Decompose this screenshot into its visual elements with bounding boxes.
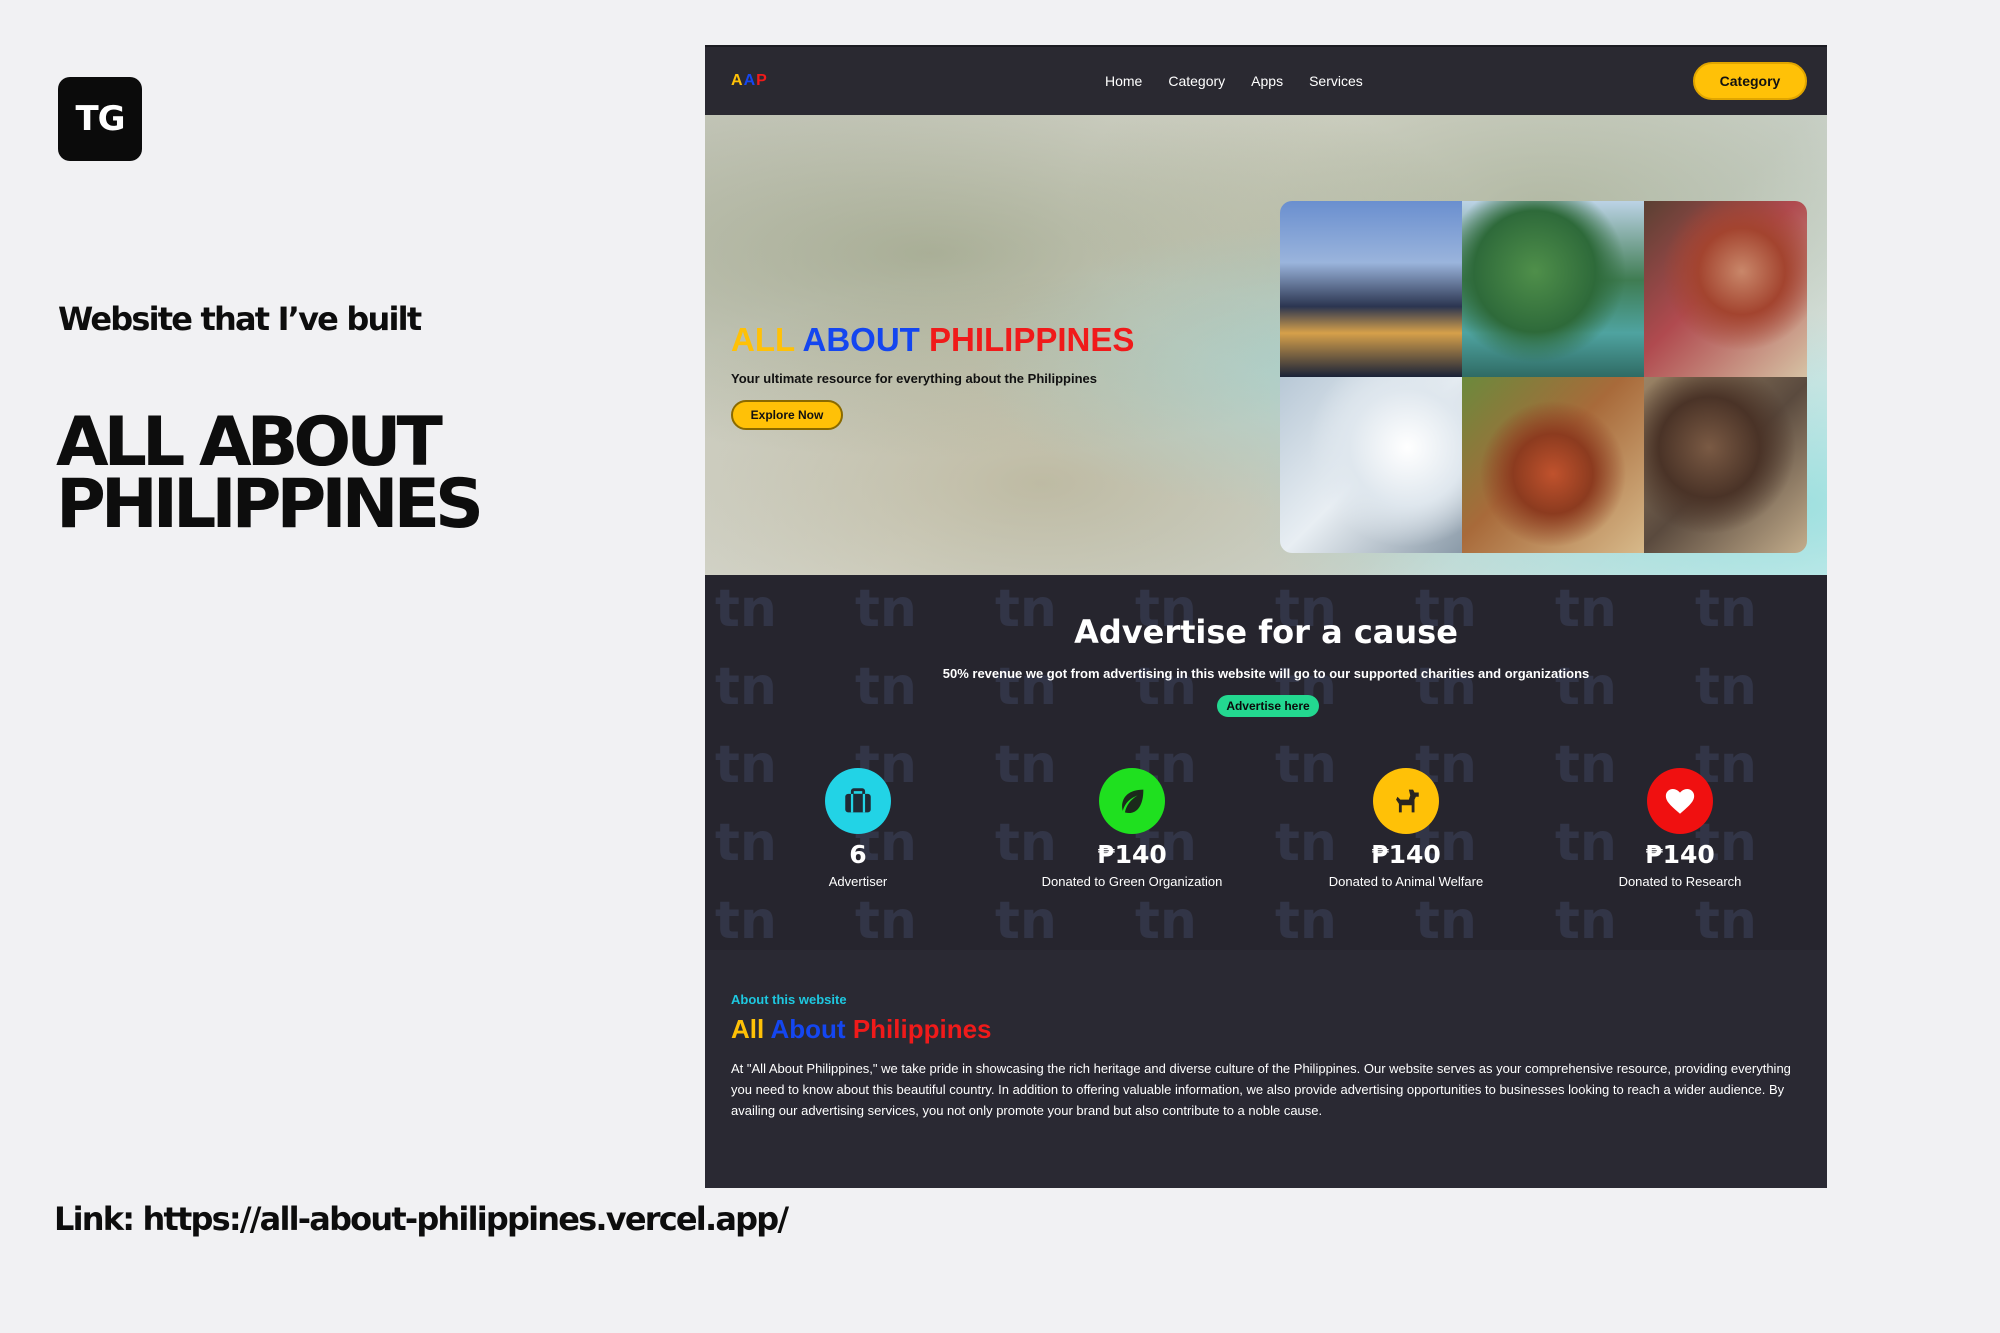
stat-value: ₱140 [1645, 840, 1715, 869]
nav-link-category[interactable]: Category [1168, 73, 1225, 89]
dog-icon [1373, 768, 1439, 834]
historical-figures-image [1644, 377, 1807, 553]
stat-label: Donated to Green Organization [1041, 874, 1223, 889]
laboratory-research-image [1280, 377, 1462, 553]
category-button[interactable]: Category [1693, 62, 1807, 100]
heart-icon [1647, 768, 1713, 834]
brand-logo[interactable]: AAP [731, 72, 768, 90]
about-title-word-3: Philippines [852, 1014, 992, 1044]
stat-animal-welfare: ₱140 Donated to Animal Welfare [1286, 768, 1526, 889]
nav-links: Home Category Apps Services [1105, 73, 1363, 89]
hero-title: ALL ABOUT PHILIPPINES [731, 321, 1134, 359]
stat-value: 6 [849, 840, 867, 869]
cause-subtitle: 50% revenue we got from advertising in t… [942, 666, 1590, 681]
nav-link-services[interactable]: Services [1309, 73, 1363, 89]
about-section: About this website All About Philippines… [705, 950, 1827, 1188]
brand-letter-2: A [743, 72, 757, 89]
about-title: All About Philippines [731, 1014, 992, 1045]
cause-title: Advertise for a cause [1074, 613, 1458, 651]
about-title-word-2: About [770, 1014, 846, 1044]
hero-title-word-1: ALL [731, 321, 795, 358]
stat-label: Advertiser [828, 874, 888, 889]
photo-collage [1280, 201, 1807, 553]
city-skyline-image [1280, 201, 1462, 377]
stat-value: ₱140 [1371, 840, 1441, 869]
portfolio-slide: TG Website that I’ve built ALL ABOUT PHI… [0, 0, 2000, 1333]
slide-title: ALL ABOUT PHILIPPINES [56, 409, 484, 544]
briefcase-icon [825, 768, 891, 834]
stat-green-organization: ₱140 Donated to Green Organization [1012, 768, 1252, 889]
website-screenshot: AAP Home Category Apps Services Category… [705, 45, 1827, 1188]
hero-title-word-3: PHILIPPINES [929, 321, 1135, 358]
slide-title-line2: PHILIPPINES [56, 465, 484, 544]
explore-now-button[interactable]: Explore Now [731, 400, 843, 430]
about-title-word-1: All [731, 1014, 765, 1044]
brand-letter-3: P [756, 72, 768, 89]
advertise-section: tn tn tn tn tn tn tn tn tn tn tn tn tn tn tn tn tn tn tn… [705, 575, 1827, 950]
stat-label: Donated to Research [1618, 874, 1742, 889]
hero-section: ALL ABOUT PHILIPPINES Your ultimate reso… [705, 115, 1827, 575]
brand-letter-1: A [731, 72, 744, 89]
indigenous-people-image [1644, 201, 1807, 377]
nav-link-home[interactable]: Home [1105, 73, 1142, 89]
about-description: At "All About Philippines," we take prid… [731, 1061, 1791, 1118]
stat-advertisers: 6 Advertiser [738, 768, 978, 889]
stat-label: Donated to Animal Welfare [1328, 874, 1484, 889]
intro-text: Website that I’ve built [58, 300, 422, 338]
navbar: AAP Home Category Apps Services Category [705, 45, 1827, 115]
stat-research: ₱140 Donated to Research [1560, 768, 1800, 889]
nav-link-apps[interactable]: Apps [1251, 73, 1283, 89]
tg-logo: TG [58, 77, 142, 161]
leaf-icon [1099, 768, 1165, 834]
hero-title-word-2: ABOUT [802, 321, 920, 358]
stat-value: ₱140 [1097, 840, 1167, 869]
site-link[interactable]: Link: https://all-about-philippines.verc… [54, 1200, 789, 1238]
filipino-food-image [1462, 377, 1644, 553]
hero-subtitle: Your ultimate resource for everything ab… [731, 371, 1097, 386]
advertise-here-button[interactable]: Advertise here [1217, 695, 1319, 717]
about-kicker: About this website [731, 992, 847, 1007]
island-lagoon-image [1462, 201, 1644, 377]
